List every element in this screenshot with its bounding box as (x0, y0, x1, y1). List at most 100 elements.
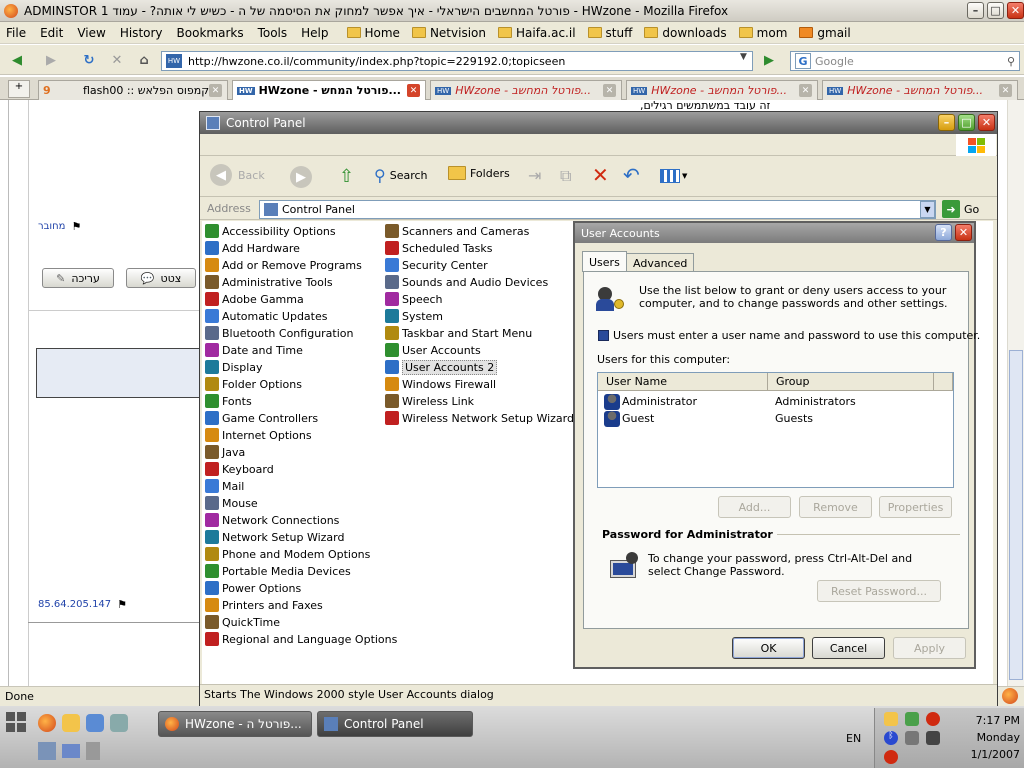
cp-item-user-accounts[interactable]: User Accounts (385, 342, 481, 358)
cp-item-quicktime[interactable]: QuickTime (205, 614, 280, 630)
column-user-name[interactable]: User Name (598, 373, 768, 391)
cp-folders-button[interactable]: Folders (448, 166, 510, 180)
display-tray-icon[interactable] (926, 731, 940, 745)
taskbar-control-panel-button[interactable]: Control Panel (317, 711, 473, 737)
device-quicklaunch-icon[interactable] (86, 742, 100, 760)
cp-item-add-hardware[interactable]: Add Hardware (205, 240, 300, 256)
cp-close-button[interactable]: ✕ (978, 114, 995, 131)
menu-file[interactable]: File (6, 26, 26, 40)
cp-item-bluetooth-configuration[interactable]: Bluetooth Configuration (205, 325, 354, 341)
help-button[interactable]: ? (935, 224, 952, 241)
cp-address-input[interactable]: Control Panel (259, 200, 936, 219)
cp-item-network-connections[interactable]: Network Connections (205, 512, 339, 528)
cp-item-display[interactable]: Display (205, 359, 263, 375)
cp-item-sounds-and-audio-devices[interactable]: Sounds and Audio Devices (385, 274, 548, 290)
column-group[interactable]: Group (768, 373, 934, 391)
maximize-button[interactable]: □ (987, 2, 1004, 19)
bookmark-stuff[interactable]: stuff (587, 26, 632, 40)
cp-item-printers-and-faxes[interactable]: Printers and Faxes (205, 597, 323, 613)
tab-close-icon[interactable]: ✕ (999, 84, 1012, 97)
language-indicator[interactable]: EN (846, 732, 861, 745)
move-to-icon[interactable]: ⇥ (528, 166, 541, 185)
home-icon[interactable]: ⌂ (133, 49, 155, 71)
menu-bookmarks[interactable]: Bookmarks (177, 26, 244, 40)
cp-item-mouse[interactable]: Mouse (205, 495, 258, 511)
menu-help[interactable]: Help (301, 26, 328, 40)
search-magnifier-icon[interactable]: ⚲ (1007, 55, 1015, 68)
reset-password-button[interactable]: Reset Password... (817, 580, 941, 602)
edit-post-button[interactable]: ✎ עריכה (42, 268, 114, 288)
views-icon[interactable]: ▼ (660, 167, 690, 185)
cp-item-user-accounts-2[interactable]: User Accounts 2 (385, 359, 498, 375)
delete-icon[interactable]: ✕ (592, 163, 609, 187)
cp-item-scanners-and-cameras[interactable]: Scanners and Cameras (385, 223, 529, 239)
tab-flash[interactable]: 9 קמפוס הפלאש :: flash00 ✕ (38, 80, 228, 100)
search-box[interactable]: G Google ⚲ (790, 51, 1020, 71)
cp-item-adobe-gamma[interactable]: Adobe Gamma (205, 291, 304, 307)
cp-minimize-button[interactable]: – (938, 114, 955, 131)
tab-close-icon[interactable]: ✕ (799, 84, 812, 97)
table-row[interactable]: Administrator Administrators (604, 393, 944, 410)
tab-users[interactable]: Users (582, 251, 627, 272)
menu-edit[interactable]: Edit (40, 26, 63, 40)
cp-item-fonts[interactable]: Fonts (205, 393, 252, 409)
tab-close-icon[interactable]: ✕ (407, 84, 420, 97)
cp-item-portable-media-devices[interactable]: Portable Media Devices (205, 563, 351, 579)
url-bar[interactable]: HW http://hwzone.co.il/community/index.p… (161, 51, 753, 71)
bookmark-netvision[interactable]: Netvision (411, 26, 486, 40)
tab-close-icon[interactable]: ✕ (209, 84, 222, 97)
page-scrollbar[interactable] (1007, 100, 1024, 686)
firefox-quicklaunch-icon[interactable] (38, 714, 56, 732)
cp-item-accessibility-options[interactable]: Accessibility Options (205, 223, 336, 239)
cp-item-network-setup-wizard[interactable]: Network Setup Wizard (205, 529, 344, 545)
apply-button[interactable]: Apply (893, 637, 966, 659)
menu-history[interactable]: History (120, 26, 163, 40)
bookmark-mom[interactable]: mom (738, 26, 787, 40)
cp-item-folder-options[interactable]: Folder Options (205, 376, 302, 392)
bookmark-gmail[interactable]: gmail (799, 26, 851, 40)
tab-hwzone-active[interactable]: HW HWzone - פורטל המחש... ✕ (232, 80, 426, 100)
cp-item-mail[interactable]: Mail (205, 478, 244, 494)
cp-item-security-center[interactable]: Security Center (385, 257, 488, 273)
minimize-button[interactable]: – (967, 2, 984, 19)
stop-icon[interactable]: ✕ (106, 49, 128, 71)
cp-item-automatic-updates[interactable]: Automatic Updates (205, 308, 327, 324)
tab-close-icon[interactable]: ✕ (603, 84, 616, 97)
cp-item-java[interactable]: Java (205, 444, 245, 460)
record-tray-icon[interactable] (926, 712, 940, 726)
clock[interactable]: 7:17 PM Monday 1/1/2007 (950, 712, 1020, 763)
cancel-button[interactable]: Cancel (812, 637, 885, 659)
remove-user-button[interactable]: Remove (799, 496, 872, 518)
ok-button[interactable]: OK (732, 637, 805, 659)
taskbar-firefox-button[interactable]: HWzone - פורטל ה... (158, 711, 312, 737)
cp-item-regional-and-language-options[interactable]: Regional and Language Options (205, 631, 397, 647)
volume-tray-icon[interactable] (905, 731, 919, 745)
network-tray-icon[interactable] (905, 712, 919, 726)
chat-quicklaunch-icon[interactable] (110, 714, 128, 732)
scrollbar-thumb[interactable] (1009, 350, 1023, 680)
menu-view[interactable]: View (77, 26, 105, 40)
keyboard-quicklaunch-icon[interactable] (62, 744, 80, 758)
address-dropdown-icon[interactable]: ▼ (920, 201, 935, 218)
messenger-quicklaunch-icon[interactable] (62, 714, 80, 732)
bluetooth-tray-icon[interactable]: ᛒ (884, 731, 898, 745)
cp-item-add-or-remove-programs[interactable]: Add or Remove Programs (205, 257, 362, 273)
messenger-tray-icon[interactable] (884, 712, 898, 726)
cp-item-scheduled-tasks[interactable]: Scheduled Tasks (385, 240, 493, 256)
tab-hwzone-2[interactable]: HW HWzone - פורטל המחשב... ✕ (430, 80, 622, 100)
app-quicklaunch-icon[interactable] (86, 714, 104, 732)
cp-item-system[interactable]: System (385, 308, 443, 324)
cp-item-windows-firewall[interactable]: Windows Firewall (385, 376, 496, 392)
undo-icon[interactable]: ↶ (623, 163, 640, 187)
require-password-checkbox-row[interactable]: Users must enter a user name and passwor… (598, 329, 980, 342)
cp-item-administrative-tools[interactable]: Administrative Tools (205, 274, 333, 290)
cp-item-phone-and-modem-options[interactable]: Phone and Modem Options (205, 546, 370, 562)
cp-item-game-controllers[interactable]: Game Controllers (205, 410, 318, 426)
cp-search-button[interactable]: ⚲ Search (374, 166, 428, 185)
require-password-checkbox[interactable] (598, 330, 609, 341)
cp-item-internet-options[interactable]: Internet Options (205, 427, 312, 443)
copy-to-icon[interactable]: ⧉ (560, 166, 571, 186)
cp-item-wireless-link[interactable]: Wireless Link (385, 393, 474, 409)
tab-hwzone-3[interactable]: HW HWzone - פורטל המחשב... ✕ (626, 80, 818, 100)
forward-arrow-icon[interactable]: ▶ (40, 49, 62, 71)
